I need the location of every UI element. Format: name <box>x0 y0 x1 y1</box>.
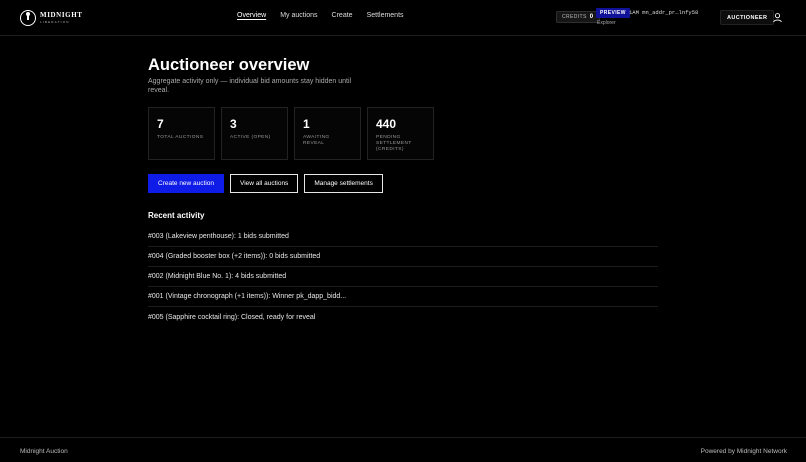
nav-create[interactable]: Create <box>332 12 353 19</box>
top-navbar: MIDNIGHT LIBERATION Overview My auctions… <box>0 0 806 36</box>
wallet-address[interactable]: 1AM mn_addr_pr…lnfy58 <box>629 9 698 16</box>
preview-badge: PREVIEW <box>596 8 630 18</box>
page-subtitle: Aggregate activity only — individual bid… <box>148 78 352 94</box>
stats-row: 7 TOTAL AUCTIONS 3 ACTIVE (OPEN) 1 AWAIT… <box>148 107 440 160</box>
role-button[interactable]: AUCTIONEER <box>720 10 775 25</box>
recent-activity-list: #003 (Lakeview penthouse): 1 bids submit… <box>148 227 658 327</box>
nav-overview[interactable]: Overview <box>237 12 266 19</box>
view-all-auctions-button[interactable]: View all auctions <box>230 174 299 193</box>
credits-label: CREDITS <box>562 14 587 20</box>
action-buttons: Create new auction View all auctions Man… <box>148 174 389 193</box>
stat-label: PENDING SETTLEMENT (CREDITS) <box>376 135 412 152</box>
stat-value: 1 <box>303 117 310 131</box>
manage-settlements-button[interactable]: Manage settlements <box>304 174 383 193</box>
stat-awaiting-reveal: 1 AWAITING REVEAL <box>294 107 361 160</box>
midnight-logo-icon <box>20 10 36 26</box>
stat-value: 3 <box>230 117 237 131</box>
footer-powered-by: Powered by Midnight Network <box>700 448 787 455</box>
brand-name: MIDNIGHT <box>40 11 83 19</box>
recent-activity-title: Recent activity <box>148 211 205 220</box>
stat-total-auctions: 7 TOTAL AUCTIONS <box>148 107 215 160</box>
main-nav: Overview My auctions Create Settlements <box>237 12 418 19</box>
brand-tagline: LIBERATION <box>40 20 70 24</box>
nav-settlements[interactable]: Settlements <box>367 12 404 19</box>
brand-logo[interactable]: MIDNIGHT LIBERATION <box>20 10 83 26</box>
footer: Midnight Auction Powered by Midnight Net… <box>0 437 806 462</box>
explorer-link[interactable]: Explorer <box>597 20 616 26</box>
stat-value: 7 <box>157 117 164 131</box>
page-title: Auctioneer overview <box>148 56 310 74</box>
stat-active-open: 3 ACTIVE (OPEN) <box>221 107 288 160</box>
list-item[interactable]: #004 (Graded booster box (+2 items)): 0 … <box>148 247 658 267</box>
stat-label: AWAITING REVEAL <box>303 135 330 146</box>
credits-value: 0 <box>589 14 594 20</box>
user-icon[interactable] <box>772 12 783 23</box>
stat-label: ACTIVE (OPEN) <box>230 135 271 140</box>
stat-value: 440 <box>376 117 397 131</box>
list-item[interactable]: #003 (Lakeview penthouse): 1 bids submit… <box>148 227 658 247</box>
footer-app-name: Midnight Auction <box>20 448 68 455</box>
list-item[interactable]: #001 (Vintage chronograph (+1 items)): W… <box>148 287 658 307</box>
create-auction-button[interactable]: Create new auction <box>148 174 225 193</box>
stat-pending-settlement: 440 PENDING SETTLEMENT (CREDITS) <box>367 107 434 160</box>
credits-badge: CREDITS 0 <box>556 11 600 23</box>
stat-label: TOTAL AUCTIONS <box>157 135 204 140</box>
nav-my-auctions[interactable]: My auctions <box>280 12 317 19</box>
list-item[interactable]: #005 (Sapphire cocktail ring): Closed, r… <box>148 307 658 327</box>
list-item[interactable]: #002 (Midnight Blue No. 1): 4 bids submi… <box>148 267 658 287</box>
